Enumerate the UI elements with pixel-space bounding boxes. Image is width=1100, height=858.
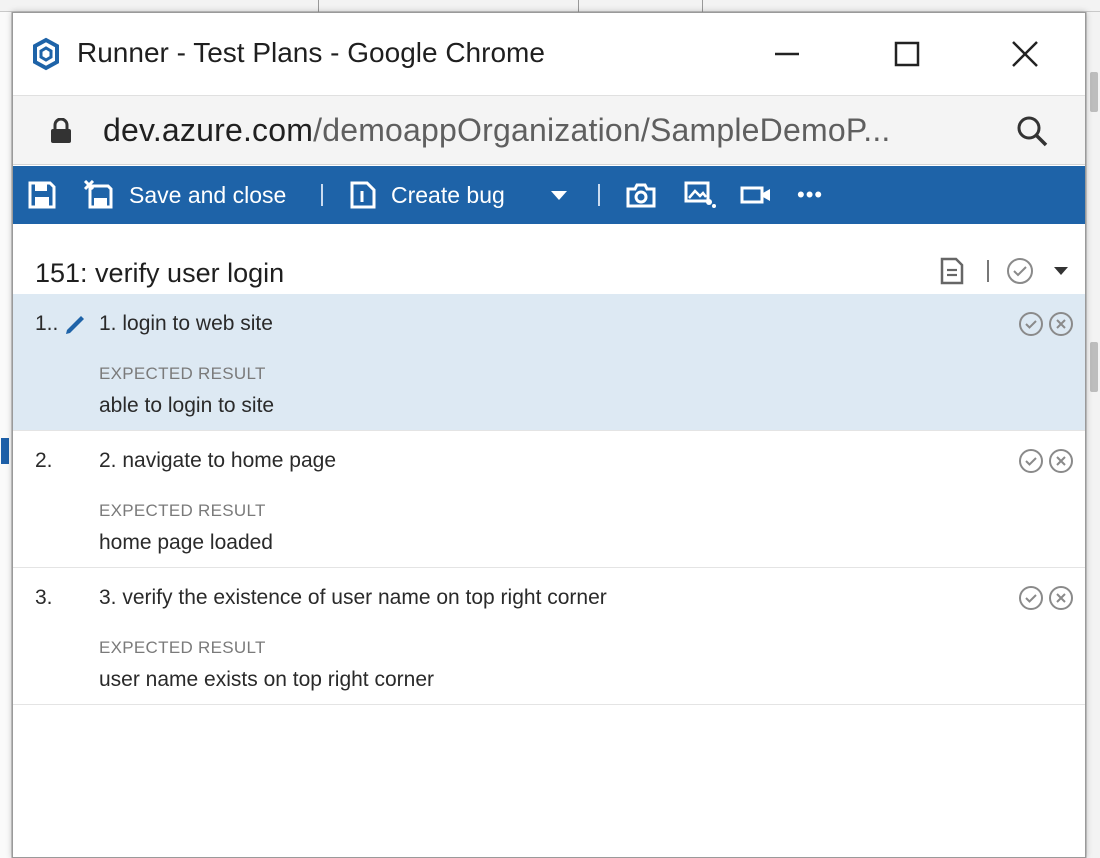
maximize-button[interactable] — [877, 31, 937, 77]
expected-result-text: able to login to site — [99, 394, 275, 417]
test-step-row[interactable]: 1.. 1. login to web site EXPECTED RESULT… — [13, 294, 1085, 431]
create-bug-label: Create bug — [391, 181, 505, 208]
test-case-title: 151: verify user login — [35, 258, 285, 288]
minimize-icon — [775, 52, 799, 56]
toolbar-divider — [321, 184, 323, 206]
check-circle-icon — [1019, 312, 1043, 336]
step-outcome-actions — [1017, 584, 1075, 612]
minimize-button[interactable] — [757, 31, 817, 77]
azure-test-plans-logo-icon — [33, 37, 59, 71]
test-step-row[interactable]: 3. 3. verify the existence of user name … — [13, 568, 1085, 705]
test-case-header: 151: verify user login — [13, 224, 1085, 294]
chevron-down-icon[interactable] — [1053, 265, 1069, 277]
zoom-icon[interactable] — [1015, 114, 1049, 148]
save-close-icon — [83, 180, 113, 209]
window-titlebar[interactable]: Runner - Test Plans - Google Chrome — [13, 13, 1085, 95]
create-bug-button[interactable]: Create bug — [349, 166, 505, 224]
save-and-close-label: Save and close — [129, 181, 287, 208]
fail-step-button[interactable] — [1047, 447, 1075, 475]
capture-actions-button[interactable] — [683, 166, 717, 224]
expected-result-label: EXPECTED RESULT — [99, 364, 266, 383]
record-screen-button[interactable] — [739, 166, 773, 224]
toolbar-divider — [598, 184, 600, 206]
camera-icon — [626, 183, 656, 208]
close-window-button[interactable] — [995, 31, 1055, 77]
step-action: 2. navigate to home page — [99, 449, 337, 472]
save-icon — [28, 181, 56, 209]
background-selection-marker — [1, 438, 9, 464]
expected-result-label: EXPECTED RESULT — [99, 638, 266, 657]
test-case-actions — [939, 256, 1069, 286]
x-circle-icon — [1049, 586, 1073, 610]
background-scroll-thumb[interactable] — [1090, 72, 1098, 112]
background-app-toolbar — [0, 0, 1100, 12]
create-bug-dropdown[interactable] — [549, 166, 569, 224]
url-path: /demoappOrganization/SampleDemoP... — [313, 112, 891, 148]
image-action-icon — [684, 181, 716, 208]
test-step-row[interactable]: 2. 2. navigate to home page EXPECTED RES… — [13, 431, 1085, 568]
background-scrollbar[interactable] — [1086, 12, 1100, 858]
test-case-details-icon[interactable] — [939, 256, 965, 286]
background-divider — [578, 0, 579, 12]
window-title: Runner - Test Plans - Google Chrome — [77, 37, 545, 68]
expected-result-text: user name exists on top right corner — [99, 668, 434, 691]
document-icon — [350, 181, 376, 209]
background-divider — [702, 0, 703, 12]
x-circle-icon — [1049, 449, 1073, 473]
step-number: 1.. — [35, 312, 59, 335]
more-icon: ••• — [797, 182, 824, 207]
maximize-icon — [894, 41, 920, 67]
lock-icon — [51, 118, 71, 143]
fail-step-button[interactable] — [1047, 584, 1075, 612]
pass-test-icon[interactable] — [1005, 256, 1035, 286]
step-number: 3. — [35, 586, 53, 609]
fail-step-button[interactable] — [1047, 310, 1075, 338]
runner-toolbar: Save and close Create bug ••• — [13, 166, 1085, 224]
test-steps-list: 1.. 1. login to web site EXPECTED RESULT… — [13, 294, 1085, 705]
header-divider — [987, 260, 989, 282]
check-circle-icon — [1019, 449, 1043, 473]
step-outcome-actions — [1017, 310, 1075, 338]
expected-result-text: home page loaded — [99, 531, 273, 554]
pass-step-button[interactable] — [1017, 310, 1045, 338]
save-and-close-button[interactable]: Save and close — [83, 166, 286, 224]
pencil-icon — [66, 316, 84, 334]
capture-screenshot-button[interactable] — [625, 166, 657, 224]
expected-result-label: EXPECTED RESULT — [99, 501, 266, 520]
step-outcome-actions — [1017, 447, 1075, 475]
runner-window: Runner - Test Plans - Google Chrome dev.… — [12, 12, 1086, 858]
pass-step-button[interactable] — [1017, 447, 1045, 475]
x-circle-icon — [1049, 312, 1073, 336]
background-app-left-edge — [0, 12, 12, 858]
chevron-down-icon — [551, 191, 567, 200]
close-icon — [1012, 41, 1038, 67]
step-number: 2. — [35, 449, 53, 472]
step-action: 1. login to web site — [99, 312, 273, 335]
video-icon — [740, 186, 770, 204]
save-button[interactable] — [27, 166, 57, 224]
background-scroll-thumb[interactable] — [1090, 342, 1098, 392]
check-circle-icon — [1019, 586, 1043, 610]
address-bar[interactable]: dev.azure.com/demoappOrganization/Sample… — [13, 95, 1085, 165]
background-divider — [318, 0, 319, 12]
step-action: 3. verify the existence of user name on … — [99, 586, 607, 609]
pass-step-button[interactable] — [1017, 584, 1045, 612]
url-text[interactable]: dev.azure.com/demoappOrganization/Sample… — [103, 112, 891, 149]
more-options-button[interactable]: ••• — [797, 166, 823, 224]
url-host: dev.azure.com — [103, 112, 314, 148]
